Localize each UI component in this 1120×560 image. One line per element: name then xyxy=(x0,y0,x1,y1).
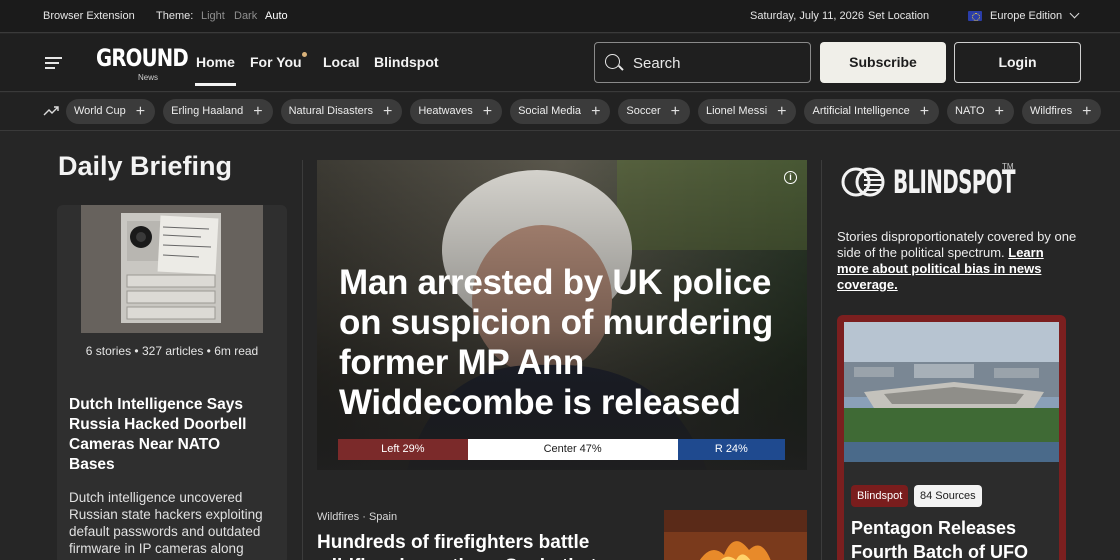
daily-briefing-title: Daily Briefing xyxy=(58,151,233,181)
briefing-meta: 6 stories • 327 articles • 6m read xyxy=(85,344,259,358)
column-divider xyxy=(821,160,822,560)
logo-subtitle: News xyxy=(138,73,159,82)
bias-left-segment: Left 29% xyxy=(338,439,468,460)
nav-for-you[interactable]: For You xyxy=(250,54,302,70)
topic-chip[interactable]: World Cup + xyxy=(66,99,156,124)
plus-icon: + xyxy=(135,103,146,120)
topic-chip[interactable]: Soccer + xyxy=(618,99,690,124)
ground-news-logo[interactable]: GROUND xyxy=(96,44,189,72)
blindspot-wordmark: BLINDSPOT xyxy=(893,163,1015,201)
nav-blindspot[interactable]: Blindspot xyxy=(374,54,439,70)
topic-chip[interactable]: Wildfires + xyxy=(1021,99,1102,124)
plus-icon: + xyxy=(777,103,787,120)
search-placeholder: Search xyxy=(633,55,681,72)
eu-flag-icon xyxy=(968,11,982,21)
topic-chip[interactable]: Erling Haaland + xyxy=(163,99,273,124)
theme-dark-option[interactable]: Dark xyxy=(234,10,257,22)
pentagon-image xyxy=(844,322,1059,462)
edition-selector[interactable]: Europe Edition xyxy=(990,10,1062,22)
topic-chip[interactable]: Heatwaves + xyxy=(410,99,503,124)
plus-icon: + xyxy=(994,103,1004,120)
hero-headline[interactable]: Man arrested by UK police on suspicion o… xyxy=(339,263,799,423)
plus-icon: + xyxy=(591,103,601,120)
trending-icon xyxy=(43,106,59,116)
menu-icon[interactable] xyxy=(45,57,62,69)
blindspot-story-card[interactable]: Blindspot 84 Sources Pentagon Releases F… xyxy=(837,315,1066,560)
plus-icon: + xyxy=(382,103,393,120)
topic-chip[interactable]: Natural Disasters + xyxy=(280,99,403,124)
plus-icon: + xyxy=(919,103,930,120)
sources-count-badge: 84 Sources xyxy=(914,485,982,507)
daily-briefing-card[interactable]: 6 stories • 327 articles • 6m read Dutch… xyxy=(57,205,287,560)
topic-chip[interactable]: Artificial Intelligence + xyxy=(804,99,940,124)
hero-story[interactable]: i Man arrested by UK police on suspicion… xyxy=(317,160,807,470)
nav-local[interactable]: Local xyxy=(323,54,360,70)
theme-light-option[interactable]: Light xyxy=(201,10,225,22)
briefing-summary: Dutch intelligence uncovered Russian sta… xyxy=(69,490,263,556)
bias-distribution-bar: Left 29% Center 47% R 24% xyxy=(338,439,785,460)
main-nav: GROUND News Home For You Local Blindspot… xyxy=(0,34,1120,92)
topic-chip[interactable]: NATO + xyxy=(947,99,1014,124)
doorbell-image xyxy=(81,205,263,333)
blindspot-logo[interactable]: BLINDSPOT TM xyxy=(840,160,1020,206)
chevron-down-icon[interactable] xyxy=(1069,8,1080,19)
search-icon xyxy=(605,54,620,69)
trademark-mark: TM xyxy=(1002,162,1014,171)
plus-icon: + xyxy=(482,103,493,120)
wildfire-image[interactable] xyxy=(664,510,807,560)
blindspot-card-body: Blindspot 84 Sources Pentagon Releases F… xyxy=(844,322,1059,560)
blindspot-badge: Blindspot xyxy=(851,485,909,507)
nav-home[interactable]: Home xyxy=(195,54,236,86)
briefing-headline[interactable]: Dutch Intelligence Says Russia Hacked Do… xyxy=(69,395,269,475)
notification-dot xyxy=(302,52,307,57)
story-headline[interactable]: Hundreds of firefighters battle wildfire… xyxy=(317,531,617,560)
login-button[interactable]: Login xyxy=(954,42,1081,83)
current-date: Saturday, July 11, 2026 xyxy=(750,10,864,22)
info-icon[interactable]: i xyxy=(784,171,797,184)
plus-icon: + xyxy=(1082,103,1092,120)
plus-icon: + xyxy=(253,103,263,120)
plus-icon: + xyxy=(670,103,680,120)
bias-right-segment: R 24% xyxy=(677,439,785,460)
column-divider xyxy=(302,160,303,560)
story-topic-meta[interactable]: Wildfires · Spain xyxy=(317,511,397,523)
topic-bar: World Cup + Erling Haaland + Natural Disas… xyxy=(0,93,1120,131)
blindspot-headline[interactable]: Pentagon Releases Fourth Batch of UFO xyxy=(851,516,1056,560)
browser-extension-link[interactable]: Browser Extension xyxy=(43,10,135,22)
utility-bar: Browser Extension Theme: Light Dark Auto… xyxy=(0,0,1120,33)
theme-label: Theme: xyxy=(156,10,194,22)
topic-chip[interactable]: Social Media + xyxy=(510,99,611,124)
theme-auto-option[interactable]: Auto xyxy=(265,10,288,22)
topic-chip[interactable]: Lionel Messi + xyxy=(698,99,797,124)
search-input[interactable]: Search xyxy=(594,42,811,83)
set-location-link[interactable]: Set Location xyxy=(868,10,929,22)
blindspot-logo-icon xyxy=(841,167,885,197)
blindspot-description: Stories disproportionately covered by on… xyxy=(837,229,1077,292)
topic-chip-list: World Cup + Erling Haaland + Natural Disas… xyxy=(66,99,1102,124)
bias-center-segment: Center 47% xyxy=(467,439,678,460)
subscribe-button[interactable]: Subscribe xyxy=(820,42,946,83)
